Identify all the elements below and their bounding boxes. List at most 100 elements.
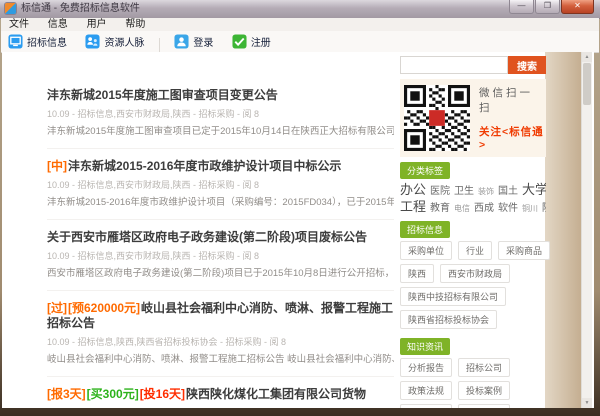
announcement-list: 沣东新城2015年度施工图审查项目变更公告 10.09 - 招标信息,西安市财政局… [47,78,394,408]
menubar: 文件 信息 用户 帮助 [1,18,599,31]
toolbar-network-label: 资源人脉 [104,34,144,49]
toolbar-bid-info-button[interactable]: 招标信息 [1,32,74,51]
announcement-title[interactable]: [中]沣东新城2015-2016年度市政维护设计项目中标公示 [47,159,394,174]
toolbar: 招标信息 资源人脉 登录 注册 [1,31,599,53]
announcement-title[interactable]: [过][预620000元]岐山县社会福利中心消防、喷淋、报警工程施工招标公告 [47,301,394,331]
过-badge: [过] [47,301,67,315]
scroll-down-icon[interactable]: ▼ [582,398,592,408]
投16天-badge: [投16天] [140,387,185,401]
toolbar-register-button[interactable]: 注册 [225,32,278,51]
tag-row: 工程教育电信西成软件铜川陕煤集成 [400,199,546,216]
wechat-text: 微信扫一扫 关注<标信通> [479,85,546,151]
tag-link[interactable]: 装饰 [478,187,494,196]
sidebar-filter-button[interactable]: 新闻动态 [458,404,510,408]
toolbar-login-button[interactable]: 登录 [167,32,220,51]
people-network-icon [85,34,100,49]
desktop: 标信通 - 免费招标信息软件 — ❒ ✕ 文件 信息 用户 帮助 招标信息 [0,0,600,416]
minimize-button[interactable]: — [509,0,534,14]
tag-link[interactable]: 国土 [498,186,518,197]
announcement-title[interactable]: 关于西安市雁塔区政府电子政务建设(第二阶段)项目废标公告 [47,230,394,245]
button-row: 经验分享 新闻动态 [400,404,546,408]
maximize-button[interactable]: ❒ [535,0,560,14]
announcement-meta: 10.09 - 招标信息,西安市财政局,陕西 - 招标采购 - 阅 8 [47,178,394,191]
tag-link[interactable]: 大学 [522,182,546,197]
close-button[interactable]: ✕ [561,0,594,14]
scroll-up-icon[interactable]: ▲ [582,52,592,62]
scrollbar-thumb[interactable] [583,63,591,105]
login-user-icon [174,34,189,49]
tag-link[interactable]: 医院 [430,186,450,197]
tag-link[interactable]: 教育 [430,203,450,214]
tag-link[interactable]: 卫生 [454,186,474,197]
tag-link[interactable]: 陕煤 [542,203,546,214]
list-item[interactable]: [中]沣东新城2015-2016年度市政维护设计项目中标公示 10.09 - 招标… [47,149,394,220]
announcement-excerpt: 西安市雁塔区政府电子政务建设(第二阶段)项目已于2015年10月8日进行公开招标… [47,265,394,279]
list-item[interactable]: 沣东新城2015年度施工图审查项目变更公告 10.09 - 招标信息,西安市财政局… [47,78,394,149]
bid-section-label: 招标信息 [400,221,450,238]
page-background-strip [545,52,584,408]
sidebar-filter-button[interactable]: 行业 [458,241,492,260]
sidebar-filter-button[interactable]: 政策法规 [400,381,452,400]
toolbar-network-button[interactable]: 资源人脉 [78,32,151,51]
search-button[interactable]: 搜索 [508,56,546,74]
tag-link[interactable]: 办公 [400,182,426,197]
titlebar: 标信通 - 免费招标信息软件 — ❒ ✕ [0,0,600,19]
announcement-excerpt: 沣东新城2015-2016年度市政维护设计项目（采购编号：2015FD034），… [47,194,394,208]
button-row: 陕西中技招标有限公司 [400,287,546,310]
sidebar-filter-button[interactable]: 陕西 [400,264,434,283]
knowledge-section-label: 知识资讯 [400,338,450,355]
sidebar-filter-button[interactable]: 投标案例 [458,381,510,400]
tag-link[interactable]: 电信 [454,204,470,213]
button-row: 陕西西安市财政局 [400,264,546,287]
announcement-excerpt: 岐山县社会福利中心消防、喷淋、报警工程施工招标公告 岐山县社会福利中心消防、喷淋… [47,351,394,365]
menu-help[interactable]: 帮助 [117,18,153,31]
vertical-scrollbar[interactable]: ▲ ▼ [581,52,592,408]
menu-info[interactable]: 信息 [40,18,76,31]
knowledge-buttons: 分析报告招标公司政策法规投标案例经验分享新闻动态招标网址大全 [400,358,546,408]
toolbar-separator [159,38,160,52]
sidebar-filter-button[interactable]: 分析报告 [400,358,452,377]
买300元-badge: [买300元] [87,387,139,401]
button-row: 政策法规投标案例 [400,381,546,404]
wechat-follow-link[interactable]: 关注<标信通> [479,124,546,151]
announcement-excerpt: 沣东新城2015年度施工图审查项目已定于2015年10月14日在陕西正大招标有限… [47,123,394,137]
sidebar-filter-button[interactable]: 陕西省招标投标协会 [400,310,497,329]
app-icon [5,3,16,14]
tag-link[interactable]: 西成 [474,203,494,214]
announcement-meta: 10.09 - 招标信息,陕西,陕西省招标投标协会 - 招标采购 - 阅 8 [47,335,394,348]
toolbar-bid-info-label: 招标信息 [27,34,67,49]
window-title: 标信通 - 免费招标信息软件 [21,0,140,18]
right-sidebar: 搜索 微信扫一扫 关注<标信通> 分类标签 办公医院卫生装饰国土大学学校安防工程… [400,56,546,408]
search-input[interactable] [400,56,508,74]
报3天-badge: [报3天] [47,387,86,401]
tag-link[interactable]: 铜川 [522,204,538,213]
tag-link[interactable]: 软件 [498,203,518,214]
tag-cloud: 办公医院卫生装饰国土大学学校安防工程教育电信西成软件铜川陕煤集成 [400,182,546,216]
button-row: 分析报告招标公司 [400,358,546,381]
announcement-meta: 10.09 - 招标信息,陕西,陕西省招标投标协会 - 招标采购 - 阅 8 [47,406,394,408]
announcement-title[interactable]: 沣东新城2015年度施工图审查项目变更公告 [47,88,394,103]
window-controls: — ❒ ✕ [509,0,594,14]
sidebar-filter-button[interactable]: 经验分享 [400,404,452,408]
search-bar: 搜索 [400,56,546,74]
list-item[interactable]: 关于西安市雁塔区政府电子政务建设(第二阶段)项目废标公告 10.09 - 招标信息… [47,220,394,291]
toolbar-login-label: 登录 [193,34,213,49]
tag-link[interactable]: 工程 [400,199,426,214]
sidebar-filter-button[interactable]: 采购商品 [498,241,550,260]
announcement-meta: 10.09 - 招标信息,西安市财政局,陕西 - 招标采购 - 阅 8 [47,249,394,262]
sidebar-filter-button[interactable]: 采购单位 [400,241,452,260]
menu-file[interactable]: 文件 [1,18,37,31]
list-item[interactable]: [过][预620000元]岐山县社会福利中心消防、喷淋、报警工程施工招标公告 10… [47,291,394,377]
announcement-title[interactable]: [报3天][买300元][投16天]陕西陕化煤化工集团有限公司货物 [47,387,394,402]
sidebar-filter-button[interactable]: 陕西中技招标有限公司 [400,287,506,306]
wechat-scan-label: 微信扫一扫 [479,85,546,115]
button-row: 陕西省招标投标协会 [400,310,546,333]
sidebar-filter-button[interactable]: 招标公司 [458,358,510,377]
announcement-meta: 10.09 - 招标信息,西安市财政局,陕西 - 招标采购 - 阅 8 [47,107,394,120]
menu-user[interactable]: 用户 [79,18,115,31]
bid-buttons: 采购单位行业采购商品陕西西安市财政局陕西中技招标有限公司陕西省招标投标协会 [400,241,546,333]
list-item[interactable]: [报3天][买300元][投16天]陕西陕化煤化工集团有限公司货物 10.09 -… [47,377,394,408]
sidebar-filter-button[interactable]: 西安市财政局 [440,264,510,283]
register-check-icon [232,34,247,49]
wechat-panel: 微信扫一扫 关注<标信通> [400,79,546,157]
